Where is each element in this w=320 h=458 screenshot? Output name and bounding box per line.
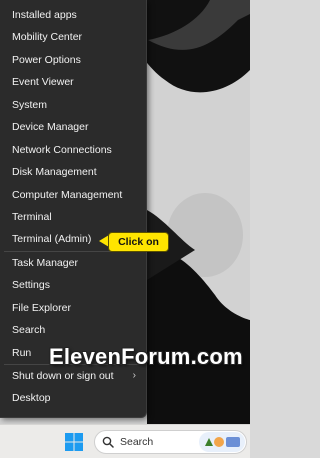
menu-item-network-connections[interactable]: Network Connections <box>0 139 146 161</box>
menu-item-event-viewer[interactable]: Event Viewer <box>0 71 146 93</box>
menu-item-computer-management[interactable]: Computer Management <box>0 184 146 206</box>
menu-item-device-manager[interactable]: Device Manager <box>0 116 146 138</box>
search-highlight-icon <box>199 432 245 452</box>
menu-item-search[interactable]: Search <box>0 319 146 341</box>
menu-item-settings[interactable]: Settings <box>0 274 146 296</box>
search-placeholder: Search <box>120 436 154 448</box>
taskbar: Search <box>0 424 250 458</box>
menu-item-desktop[interactable]: Desktop <box>0 387 146 409</box>
menu-item-mobility-center[interactable]: Mobility Center <box>0 26 146 48</box>
search-icon <box>102 436 114 448</box>
menu-item-terminal[interactable]: Terminal <box>0 206 146 228</box>
menu-item-installed-apps[interactable]: Installed apps <box>0 4 146 26</box>
taskbar-search-box[interactable]: Search <box>94 430 247 454</box>
click-on-callout: Click on <box>108 232 169 252</box>
menu-item-system[interactable]: System <box>0 94 146 116</box>
windows-logo-icon <box>65 433 83 451</box>
menu-item-task-manager[interactable]: Task Manager <box>0 252 146 274</box>
site-watermark: ElevenForum.com <box>49 344 243 369</box>
menu-item-power-options[interactable]: Power Options <box>0 49 146 71</box>
menu-item-disk-management[interactable]: Disk Management <box>0 161 146 183</box>
menu-item-file-explorer[interactable]: File Explorer <box>0 297 146 319</box>
menu-item-label: Shut down or sign out <box>12 370 114 382</box>
start-button[interactable] <box>64 432 84 452</box>
